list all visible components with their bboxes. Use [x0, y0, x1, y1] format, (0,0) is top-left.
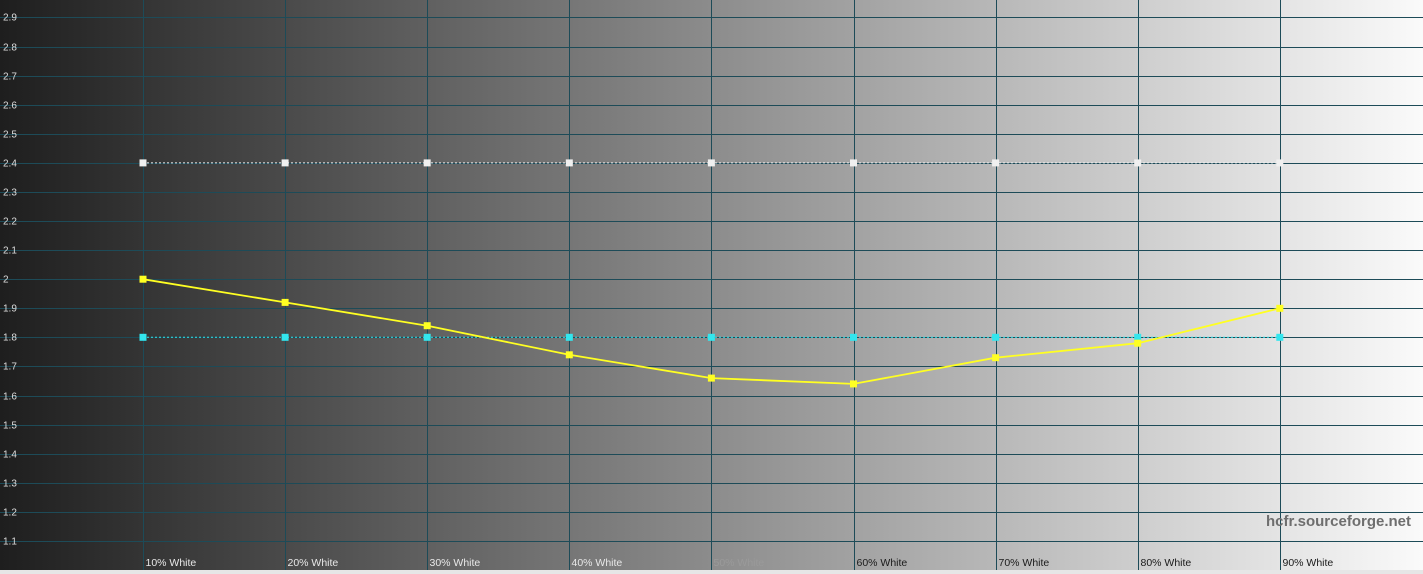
series-2-point	[423, 322, 431, 330]
y-tick-label: 1.1	[3, 537, 17, 548]
series-0-point	[992, 159, 1000, 167]
x-tick-label: 90% White	[1283, 557, 1334, 569]
series-1-point	[1276, 333, 1284, 341]
series-1-point	[281, 333, 289, 341]
y-tick-label: 1.8	[3, 333, 17, 344]
series-2-point	[707, 374, 715, 382]
gamma-chart-container: 1.1 1.2 1.3 1.4 1.5 1.6 1.7 1.8 1.9 2 2.1 2.2 2.3 2.4…	[0, 0, 1423, 574]
y-tick-label: 2.5	[3, 130, 17, 141]
series-0-point	[707, 159, 715, 167]
x-tick-label: 70% White	[999, 557, 1050, 569]
bottom-border	[0, 570, 1423, 574]
series-2-point	[1276, 304, 1284, 312]
y-tick-label: 1.7	[3, 362, 17, 373]
x-tick-label: 40% White	[572, 557, 623, 569]
series-2-point	[281, 298, 289, 306]
y-tick-label: 2.3	[3, 188, 17, 199]
series-2-point	[850, 380, 857, 388]
watermark-text: hcfr.sourceforge.net	[1266, 513, 1411, 530]
series-1-point	[423, 333, 431, 341]
x-tick-label: 10% White	[146, 557, 197, 569]
x-tick-label: 60% White	[857, 557, 908, 569]
x-tick-label: 30% White	[430, 557, 481, 569]
y-tick-label: 1.4	[3, 450, 17, 461]
y-tick-label: 2	[3, 275, 9, 286]
series-0-point	[1134, 159, 1142, 167]
series-2-point	[1134, 339, 1142, 347]
series-0-point	[423, 159, 431, 167]
series-0-point	[1276, 159, 1284, 167]
series-0-point	[139, 159, 147, 167]
series-0-point	[850, 159, 857, 167]
y-tick-label: 1.9	[3, 304, 17, 315]
x-tick-label: 50% White	[714, 557, 765, 569]
x-tick-label: 80% White	[1141, 557, 1192, 569]
x-tick-label: 20% White	[288, 557, 339, 569]
y-tick-label: 1.3	[3, 479, 17, 490]
series-1-point	[565, 333, 573, 341]
y-tick-label: 2.2	[3, 217, 17, 228]
x-axis-tick-labels: 10% White 20% White 30% White 40% White 50% …	[146, 557, 1334, 569]
series-1-point	[707, 333, 715, 341]
y-tick-label: 1.2	[3, 508, 17, 519]
y-tick-label: 2.6	[3, 101, 17, 112]
series-2-point	[992, 354, 1000, 362]
y-tick-label: 2.7	[3, 72, 17, 83]
gamma-chart: 1.1 1.2 1.3 1.4 1.5 1.6 1.7 1.8 1.9 2 2.1 2.2 2.3 2.4…	[0, 0, 1423, 574]
series-1-point	[139, 333, 147, 341]
y-tick-label: 2.9	[3, 13, 17, 24]
series-2-point	[565, 351, 573, 359]
y-tick-label: 2.1	[3, 246, 17, 257]
series-1-point	[992, 333, 1000, 341]
y-tick-label: 1.6	[3, 392, 17, 403]
y-tick-label: 2.8	[3, 43, 17, 54]
y-tick-label: 2.4	[3, 159, 17, 170]
y-tick-label: 1.5	[3, 421, 17, 432]
series-0-point	[565, 159, 573, 167]
series-2-point	[139, 275, 147, 283]
series-0-point	[281, 159, 289, 167]
series-1-point	[850, 333, 857, 341]
